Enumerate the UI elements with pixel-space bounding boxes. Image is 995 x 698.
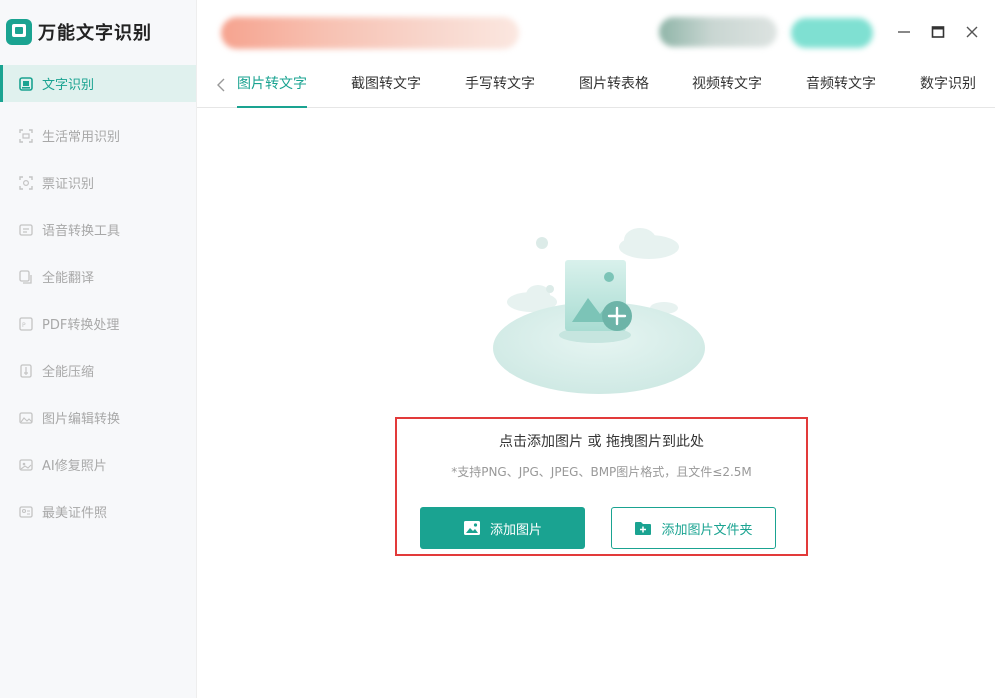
sidebar-item-daily-recognition[interactable]: 生活常用识别 [0, 112, 196, 159]
blurred-banner[interactable] [221, 17, 519, 49]
scan-icon [18, 128, 34, 144]
image-icon [463, 520, 481, 536]
add-image-folder-button[interactable]: 添加图片文件夹 [611, 507, 776, 549]
add-image-folder-label: 添加图片文件夹 [661, 522, 753, 538]
sidebar-item-label: AI修复照片 [42, 459, 107, 474]
tab-video-to-text[interactable]: 视频转文字 [692, 74, 762, 100]
sidebar-item-ticket-recognition[interactable]: 票证识别 [0, 159, 196, 206]
sidebar-nav: 文字识别 生活常用识别 票证识别 语音转换工具 全能翻译 P PDF转换处理 全… [0, 65, 196, 535]
sidebar-item-pdf[interactable]: P PDF转换处理 [0, 300, 196, 347]
pdf-icon: P [18, 316, 34, 332]
sidebar: 万能文字识别 文字识别 生活常用识别 票证识别 语音转换工具 全能翻译 P PD… [0, 0, 197, 698]
compress-icon [18, 363, 34, 379]
app-title: 万能文字识别 [38, 23, 152, 44]
sidebar-item-label: 票证识别 [42, 177, 95, 192]
blurred-action-button[interactable] [791, 18, 873, 48]
minimize-icon [898, 31, 910, 33]
maximize-button[interactable] [928, 22, 948, 42]
sidebar-item-text-recognition[interactable]: 文字识别 [0, 65, 196, 102]
tab-scroll-left-button[interactable] [211, 75, 231, 95]
sidebar-item-label: 最美证件照 [42, 506, 108, 521]
close-button[interactable] [962, 22, 982, 42]
function-tabs: 图片转文字 截图转文字 手写转文字 图片转表格 视频转文字 音频转文字 数字识别 [197, 66, 995, 108]
sidebar-item-ai-repair[interactable]: AI修复照片 [0, 441, 196, 488]
tab-number-recognition[interactable]: 数字识别 [920, 74, 976, 100]
app-logo-icon [6, 19, 32, 45]
sidebar-item-label: 语音转换工具 [42, 224, 121, 239]
translate-icon [18, 269, 34, 285]
add-image-button[interactable]: 添加图片 [420, 507, 585, 549]
sidebar-item-label: 全能翻译 [42, 271, 95, 286]
minimize-button[interactable] [894, 22, 914, 42]
text-recognition-icon [18, 76, 34, 92]
maximize-icon [931, 26, 945, 38]
sidebar-item-label: PDF转换处理 [42, 318, 120, 333]
chevron-left-icon [217, 78, 225, 92]
upload-format-hint: *支持PNG、JPG、JPEG、BMP图片格式，且文件≤2.5M [451, 465, 752, 479]
add-image-label: 添加图片 [489, 522, 542, 538]
folder-add-icon [634, 520, 652, 536]
tab-handwriting-to-text[interactable]: 手写转文字 [465, 74, 535, 100]
image-edit-icon [18, 410, 34, 426]
tab-audio-to-text[interactable]: 音频转文字 [806, 74, 876, 100]
sidebar-item-label: 文字识别 [42, 78, 95, 93]
sidebar-item-compress[interactable]: 全能压缩 [0, 347, 196, 394]
sidebar-item-id-photo[interactable]: 最美证件照 [0, 488, 196, 535]
voice-convert-icon [18, 222, 34, 238]
sidebar-item-translate[interactable]: 全能翻译 [0, 253, 196, 300]
ticket-scan-icon [18, 175, 34, 191]
sidebar-item-voice-tools[interactable]: 语音转换工具 [0, 206, 196, 253]
blurred-user-info[interactable] [659, 17, 777, 47]
upload-title: 点击添加图片 或 拖拽图片到此处 [499, 434, 704, 450]
id-photo-icon [18, 504, 34, 520]
upload-illustration[interactable] [492, 227, 707, 401]
sidebar-item-label: 图片编辑转换 [42, 412, 121, 427]
tab-image-to-text[interactable]: 图片转文字 [237, 74, 307, 108]
tab-image-to-table[interactable]: 图片转表格 [579, 74, 649, 100]
app-logo: 万能文字识别 [6, 19, 152, 45]
tab-screenshot-to-text[interactable]: 截图转文字 [351, 74, 421, 100]
ai-repair-icon [18, 457, 34, 473]
main-content: 点击添加图片 或 拖拽图片到此处 *支持PNG、JPG、JPEG、BMP图片格式… [197, 109, 995, 698]
svg-text:P: P [22, 322, 26, 329]
sidebar-item-label: 全能压缩 [42, 365, 95, 380]
sidebar-item-label: 生活常用识别 [42, 130, 121, 145]
upload-drop-zone[interactable]: 点击添加图片 或 拖拽图片到此处 *支持PNG、JPG、JPEG、BMP图片格式… [395, 417, 808, 556]
close-icon [966, 26, 978, 38]
sidebar-item-image-edit[interactable]: 图片编辑转换 [0, 394, 196, 441]
top-bar [197, 0, 995, 66]
